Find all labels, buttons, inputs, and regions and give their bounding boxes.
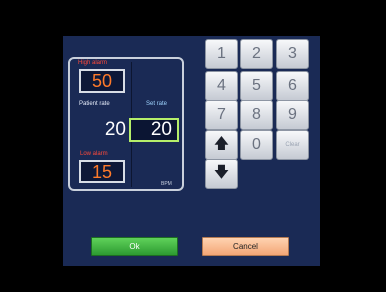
- key-8[interactable]: 8: [240, 100, 273, 130]
- down-arrow-icon: 🡇: [213, 163, 230, 181]
- high-alarm-label: High alarm: [78, 60, 108, 66]
- up-arrow-key[interactable]: 🡅: [205, 130, 238, 160]
- unit-label: BPM: [161, 181, 172, 187]
- ok-button[interactable]: Ok: [91, 237, 178, 256]
- low-alarm-value[interactable]: 15: [79, 160, 125, 183]
- patient-rate-label: Patient rate: [79, 101, 110, 107]
- clear-key[interactable]: Clear: [276, 130, 309, 160]
- cancel-button[interactable]: Cancel: [202, 237, 289, 256]
- key-9[interactable]: 9: [276, 100, 309, 130]
- up-arrow-icon: 🡅: [213, 134, 230, 152]
- low-alarm-label: Low alarm: [80, 151, 108, 157]
- high-alarm-value[interactable]: 50: [79, 69, 125, 93]
- key-2[interactable]: 2: [240, 39, 273, 69]
- key-5[interactable]: 5: [240, 71, 273, 101]
- key-7[interactable]: 7: [205, 100, 238, 130]
- down-arrow-key[interactable]: 🡇: [205, 159, 238, 189]
- set-rate-label: Set rate: [146, 101, 168, 107]
- set-rate-input[interactable]: 20: [129, 118, 179, 142]
- key-1[interactable]: 1: [205, 39, 238, 69]
- set-rate-value: 20: [150, 119, 172, 140]
- key-0[interactable]: 0: [240, 130, 273, 160]
- key-6[interactable]: 6: [276, 71, 309, 101]
- key-4[interactable]: 4: [205, 71, 238, 101]
- key-3[interactable]: 3: [276, 39, 309, 69]
- patient-rate-value: 20: [104, 119, 126, 140]
